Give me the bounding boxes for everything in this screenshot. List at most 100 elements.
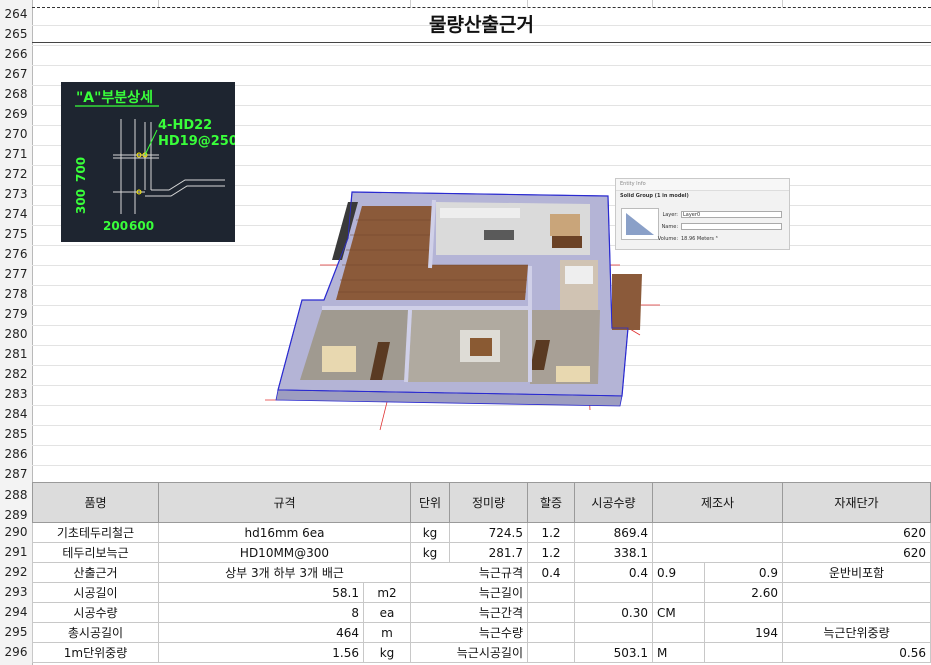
header-net[interactable]: 정미량 (449, 482, 528, 523)
cell-stirrup-label[interactable]: 늑근간격 (410, 602, 528, 623)
header-extra[interactable]: 할증 (527, 482, 575, 523)
cell-value[interactable]: 194 (704, 622, 783, 643)
row-number[interactable]: 265 (0, 27, 32, 41)
entity-info-panel[interactable]: Entity Info Solid Group (1 in model) Lay… (615, 178, 790, 250)
header-maker[interactable]: 제조사 (652, 482, 783, 523)
cell-qty[interactable]: 869.4 (574, 522, 653, 543)
row-number[interactable]: 267 (0, 67, 32, 81)
row-number[interactable]: 279 (0, 307, 32, 321)
cell-name[interactable]: 시공길이 (32, 582, 159, 603)
row-number[interactable]: 270 (0, 127, 32, 141)
header-qty[interactable]: 시공수량 (574, 482, 653, 523)
row-number[interactable]: 288 (0, 488, 32, 502)
cell-name[interactable]: 시공수량 (32, 602, 159, 623)
cell-empty[interactable] (527, 622, 575, 643)
row-number[interactable]: 281 (0, 347, 32, 361)
cell-value[interactable]: 8 (158, 602, 364, 623)
cell-spec[interactable]: 상부 3개 하부 3개 배근 (158, 562, 411, 583)
cell-value[interactable]: 0.4 (527, 562, 575, 583)
cell-name[interactable]: 1m단위중량 (32, 642, 159, 663)
row-number[interactable]: 277 (0, 267, 32, 281)
cell-unit[interactable]: m2 (363, 582, 411, 603)
row-number[interactable]: 278 (0, 287, 32, 301)
row-number[interactable]: 269 (0, 107, 32, 121)
row-number[interactable]: 289 (0, 508, 32, 522)
cell-empty[interactable] (574, 582, 653, 603)
cell-value[interactable]: 0.9 (652, 562, 705, 583)
cell-stirrup-label[interactable]: 늑근시공길이 (410, 642, 528, 663)
cell-note[interactable]: 운반비포함 (782, 562, 931, 583)
cell-name[interactable]: 테두리보늑근 (32, 542, 159, 563)
cell-unit[interactable]: CM (652, 602, 705, 623)
cell-stirrup-label[interactable]: 늑근규격 (410, 562, 528, 583)
cell-value[interactable]: 503.1 (574, 642, 653, 663)
cell-extra[interactable]: 1.2 (527, 522, 575, 543)
row-number[interactable]: 271 (0, 147, 32, 161)
cell-qty[interactable]: 338.1 (574, 542, 653, 563)
cell-empty[interactable] (652, 582, 705, 603)
row-number[interactable]: 272 (0, 167, 32, 181)
cell-note[interactable]: 늑근단위중량 (782, 622, 931, 643)
cell-unit[interactable]: ea (363, 602, 411, 623)
row-number[interactable]: 291 (0, 545, 32, 559)
cell-empty[interactable] (574, 622, 653, 643)
cell-empty[interactable] (782, 602, 931, 623)
row-number[interactable]: 268 (0, 87, 32, 101)
cell-net[interactable]: 724.5 (449, 522, 528, 543)
row-number[interactable]: 287 (0, 467, 32, 481)
cell-net[interactable]: 281.7 (449, 542, 528, 563)
row-number[interactable]: 264 (0, 7, 32, 21)
cell-value[interactable]: 1.56 (158, 642, 364, 663)
row-number[interactable]: 283 (0, 387, 32, 401)
cell-price[interactable]: 0.56 (782, 642, 931, 663)
row-number[interactable]: 292 (0, 565, 32, 579)
cell-name[interactable]: 기초테두리철근 (32, 522, 159, 543)
row-number[interactable]: 273 (0, 187, 32, 201)
cell-unit[interactable]: kg (410, 542, 450, 563)
cell-value[interactable]: 58.1 (158, 582, 364, 603)
cell-maker[interactable] (652, 522, 783, 543)
cell-value[interactable]: 464 (158, 622, 364, 643)
cell-empty[interactable] (782, 582, 931, 603)
cell-extra[interactable]: 1.2 (527, 542, 575, 563)
cell-name[interactable]: 산출근거 (32, 562, 159, 583)
cell-unit[interactable]: kg (363, 642, 411, 663)
layer-select[interactable]: Layer0 (681, 211, 782, 218)
cell-value[interactable]: 2.60 (704, 582, 783, 603)
row-number[interactable]: 294 (0, 605, 32, 619)
cell-spec[interactable]: HD10MM@300 (158, 542, 411, 563)
header-price[interactable]: 자재단가 (782, 482, 931, 523)
header-spec[interactable]: 규격 (158, 482, 411, 523)
row-number[interactable]: 293 (0, 585, 32, 599)
row-number[interactable]: 276 (0, 247, 32, 261)
cell-name[interactable]: 총시공길이 (32, 622, 159, 643)
cell-price[interactable]: 620 (782, 542, 931, 563)
rebar-detail-image[interactable]: "A"부분상세 4-HD22 HD19@250 700 300 200 600 (61, 82, 235, 242)
header-unit[interactable]: 단위 (410, 482, 450, 523)
row-number[interactable]: 285 (0, 427, 32, 441)
row-number[interactable]: 284 (0, 407, 32, 421)
row-number[interactable]: 286 (0, 447, 32, 461)
cell-value[interactable]: 0.4 (574, 562, 653, 583)
cell-unit[interactable]: M (652, 642, 705, 663)
cell-maker[interactable] (652, 542, 783, 563)
cell-value[interactable]: 0.30 (574, 602, 653, 623)
cell-empty[interactable] (527, 582, 575, 603)
cell-price[interactable]: 620 (782, 522, 931, 543)
cell-empty[interactable] (527, 642, 575, 663)
cell-unit[interactable]: m (363, 622, 411, 643)
row-number[interactable]: 280 (0, 327, 32, 341)
cell-empty[interactable] (652, 622, 705, 643)
cell-empty[interactable] (527, 602, 575, 623)
row-number[interactable]: 295 (0, 625, 32, 639)
header-name[interactable]: 품명 (32, 482, 159, 523)
cell-empty[interactable] (704, 602, 783, 623)
name-input[interactable] (681, 223, 782, 230)
row-number[interactable]: 275 (0, 227, 32, 241)
row-number[interactable]: 266 (0, 47, 32, 61)
cell-empty[interactable] (704, 642, 783, 663)
cell-stirrup-label[interactable]: 늑근수량 (410, 622, 528, 643)
row-number[interactable]: 296 (0, 645, 32, 659)
cell-unit[interactable]: kg (410, 522, 450, 543)
cell-value[interactable]: 0.9 (704, 562, 783, 583)
